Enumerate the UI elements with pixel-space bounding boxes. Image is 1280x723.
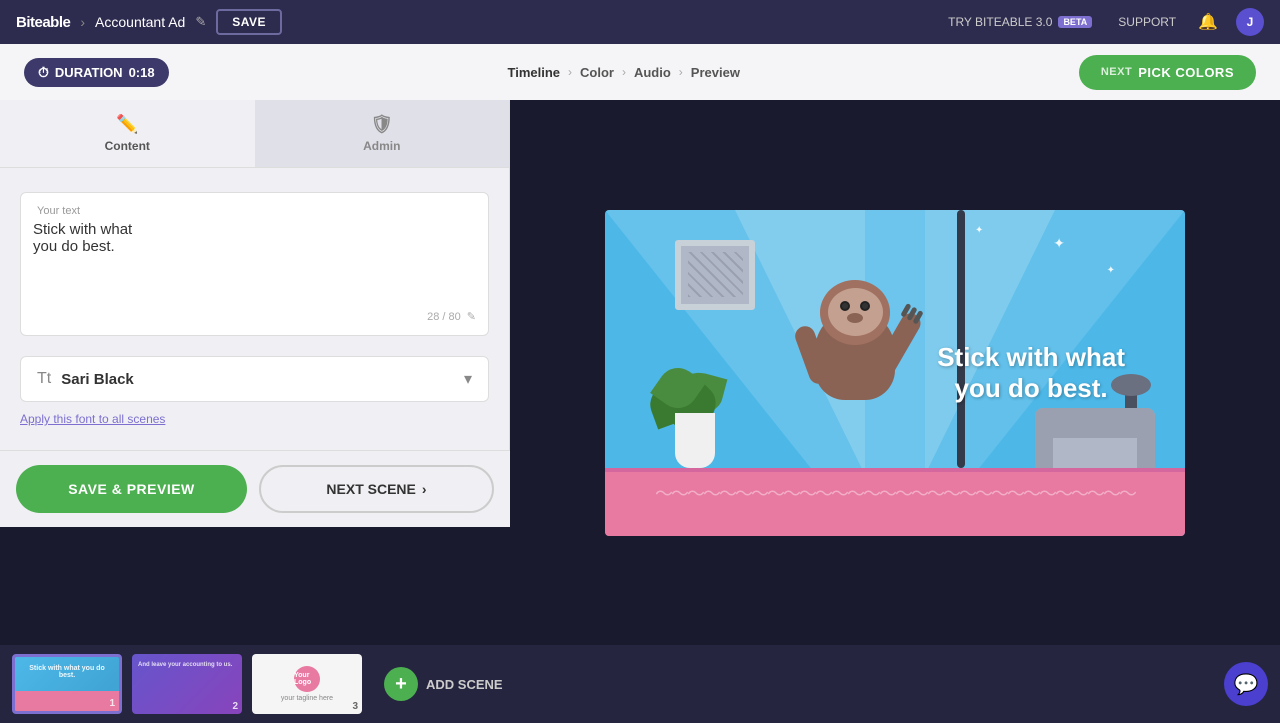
bottom-buttons: SAVE & PREVIEW NEXT SCENE ›: [0, 450, 510, 527]
add-scene-label: ADD SCENE: [426, 677, 503, 692]
pole: [957, 210, 965, 468]
left-panel: ✏️ Content 🛡 Admin Your text Stick with …: [0, 100, 510, 450]
picture-frame: [675, 240, 755, 310]
pick-colors-label: PICK COLORS: [1138, 65, 1234, 80]
next-scene-arrow-icon: ›: [422, 481, 427, 497]
nav-separator: ›: [80, 14, 85, 30]
sofa: [1035, 408, 1155, 468]
chevron-down-icon: ▾: [464, 369, 472, 389]
scene-text-line2: you do best.: [937, 373, 1125, 404]
try-biteable-label: TRY BITEABLE 3.0 BETA: [948, 15, 1092, 29]
sloth-eye-left: [840, 301, 850, 311]
scene-strip: Stick with what you do best. 1 And leave…: [0, 645, 1280, 723]
font-type-icon: Tt: [37, 370, 51, 388]
save-preview-button[interactable]: SAVE & PREVIEW: [16, 465, 247, 513]
font-selector[interactable]: Tt Sari Black ▾: [20, 356, 489, 402]
scene-text-line1: Stick with what: [937, 341, 1125, 372]
scene-1-text: Stick with what you do best.: [27, 665, 107, 679]
scene-2-text: And leave your accounting to us.: [138, 662, 232, 668]
tab-admin[interactable]: 🛡 Admin: [255, 100, 510, 167]
sparkle-icon-3: ✦: [975, 225, 983, 236]
app-logo: Biteable: [16, 14, 70, 31]
admin-tab-label: Admin: [363, 139, 400, 153]
sloth-character: [790, 270, 920, 450]
clock-icon: ⏱: [38, 64, 49, 81]
panel-content: Your text Stick with what you do best. 2…: [0, 168, 509, 450]
user-avatar[interactable]: J: [1236, 8, 1264, 36]
sloth-eye-right: [860, 301, 870, 311]
font-name-label: Sari Black: [61, 371, 134, 388]
next-scene-label: NEXT SCENE: [326, 481, 415, 497]
add-scene-button[interactable]: + ADD SCENE: [372, 659, 515, 709]
char-count-value: 28 / 80: [427, 311, 461, 323]
sloth-eyes: [840, 301, 870, 311]
font-selector-left: Tt Sari Black: [37, 370, 134, 388]
chat-button[interactable]: 💬: [1224, 662, 1268, 706]
admin-tab-icon: 🛡: [370, 114, 393, 135]
project-name: Accountant Ad: [95, 14, 185, 30]
frame-texture: [688, 252, 743, 297]
pink-floor: 〜〜〜〜〜〜〜〜〜〜〜〜〜〜〜〜〜〜〜〜〜〜〜〜〜〜〜〜〜〜: [605, 468, 1185, 536]
scene-2-number: 2: [232, 701, 238, 712]
duration-label: DURATION: [55, 65, 123, 80]
left-panel-wrapper: ✏️ Content 🛡 Admin Your text Stick with …: [0, 100, 510, 645]
scene-thumbnail-3[interactable]: Your Logo your tagline here 3: [252, 654, 362, 714]
top-navigation: Biteable › Accountant Ad ✎ SAVE TRY BITE…: [0, 0, 1280, 44]
sloth-nose: [847, 313, 863, 323]
workflow-step-color[interactable]: Color: [580, 65, 614, 80]
sparkle-icon-1: ✦: [1053, 235, 1065, 252]
scene-overlay-text: Stick with what you do best.: [937, 341, 1125, 403]
apply-font-link[interactable]: Apply this font to all scenes: [20, 412, 489, 426]
workflow-step-timeline[interactable]: Timeline: [508, 65, 561, 80]
text-area-wrapper: Your text Stick with what you do best. 2…: [20, 192, 489, 336]
scene-3-number: 3: [352, 701, 358, 712]
scene-1-bg: Stick with what you do best.: [15, 657, 119, 711]
char-count: 28 / 80 ✎: [33, 310, 476, 323]
next-scene-button[interactable]: NEXT SCENE ›: [259, 465, 494, 513]
text-field-group: Your text Stick with what you do best. 2…: [20, 192, 489, 336]
workflow-step-audio[interactable]: Audio: [634, 65, 671, 80]
scene-3-bg: Your Logo your tagline here: [252, 654, 362, 714]
duration-value: 0:18: [129, 65, 155, 80]
main-layout: ✏️ Content 🛡 Admin Your text Stick with …: [0, 100, 1280, 645]
content-tab-icon: ✏️: [116, 114, 138, 135]
notification-button[interactable]: 🔔: [1198, 12, 1218, 32]
workflow-steps: Timeline › Color › Audio › Preview: [169, 65, 1079, 80]
support-link[interactable]: SUPPORT: [1118, 15, 1176, 29]
scene-2-bg: And leave your accounting to us.: [132, 654, 242, 714]
edit-project-name-icon[interactable]: ✎: [195, 14, 206, 30]
sloth-face: [828, 288, 883, 336]
logo-placeholder: Your Logo: [294, 666, 320, 692]
next-pick-colors-button[interactable]: NEXT PICK COLORS: [1079, 55, 1256, 90]
scene-1-floor: [15, 691, 119, 711]
scene-thumbnail-1[interactable]: Stick with what you do best. 1: [12, 654, 122, 714]
save-button[interactable]: SAVE: [216, 9, 282, 35]
scene-preview: ✦ ✦ ✦: [605, 210, 1185, 536]
plant-vase: [675, 413, 715, 468]
right-preview: ✦ ✦ ✦: [510, 100, 1280, 645]
sparkle-icon-2: ✦: [1107, 265, 1115, 276]
text-field-label: Your text: [33, 205, 476, 217]
workflow-bar: ⏱ DURATION 0:18 Timeline › Color › Audio…: [0, 44, 1280, 100]
sloth-head: [820, 280, 890, 345]
beta-badge: BETA: [1058, 16, 1092, 28]
text-input[interactable]: Stick with what you do best.: [33, 221, 476, 301]
sofa-arm-left: [1035, 423, 1053, 468]
scene-thumbnail-2[interactable]: And leave your accounting to us. 2: [132, 654, 242, 714]
scene-background: ✦ ✦ ✦: [605, 210, 1185, 536]
edit-pencil-icon[interactable]: ✎: [467, 310, 476, 323]
scene-3-caption: your tagline here: [281, 695, 333, 702]
next-label: NEXT: [1101, 66, 1132, 78]
add-scene-circle: +: [384, 667, 418, 701]
content-tab-label: Content: [105, 139, 150, 153]
duration-badge: ⏱ DURATION 0:18: [24, 58, 169, 87]
squiggle-decoration: 〜〜〜〜〜〜〜〜〜〜〜〜〜〜〜〜〜〜〜〜〜〜〜〜〜〜〜〜〜〜: [605, 480, 1185, 500]
tab-content[interactable]: ✏️ Content: [0, 100, 255, 167]
scene-1-number: 1: [109, 698, 115, 709]
panel-tabs: ✏️ Content 🛡 Admin: [0, 100, 509, 168]
workflow-step-preview[interactable]: Preview: [691, 65, 740, 80]
sofa-arm-right: [1137, 423, 1155, 468]
